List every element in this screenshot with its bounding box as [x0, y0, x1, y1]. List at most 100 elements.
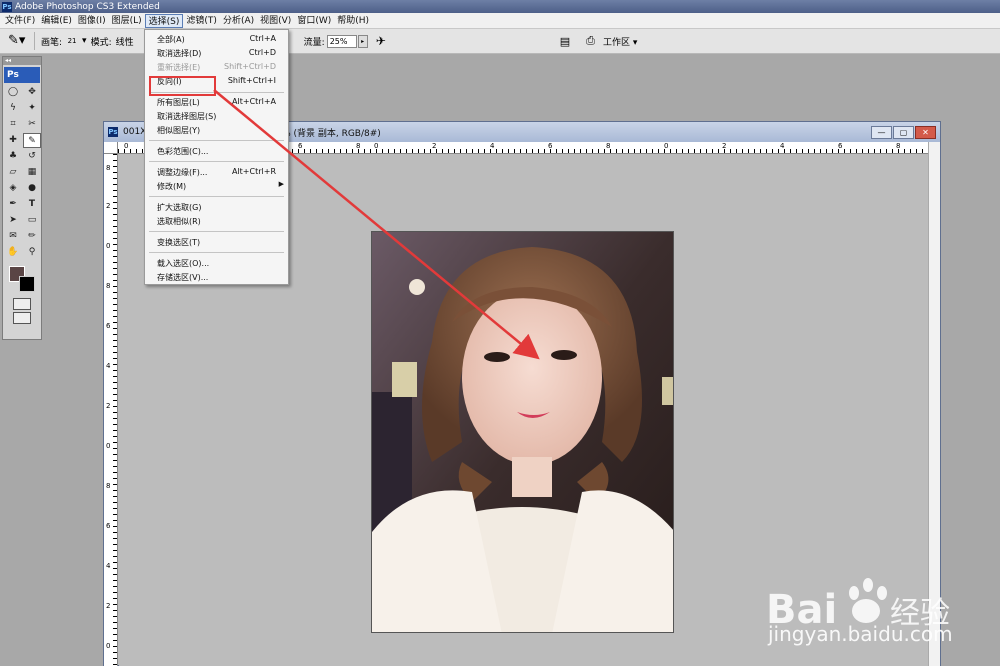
ps-app-icon: Ps [2, 1, 12, 12]
menu-item-label: 色彩范围(C)... [157, 147, 209, 156]
ruler-v-label: 4 [106, 362, 111, 370]
airbrush-icon[interactable]: ✈ [376, 34, 386, 48]
menu-item-shortcut: Shift+Ctrl+D [224, 62, 276, 71]
menu-item-similar[interactable]: 选取相似(R) [145, 215, 288, 228]
pen-tool-icon[interactable]: ✒ [4, 197, 22, 212]
stamp-tool-icon[interactable]: ♣ [4, 149, 22, 164]
menu-item-deselect[interactable]: 取消选择(D) Ctrl+D [145, 47, 288, 60]
minimize-button[interactable]: — [871, 125, 892, 139]
ruler-h-label: 6 [298, 142, 303, 150]
gradient-tool-icon[interactable]: ▦ [23, 165, 41, 180]
menu-item-label: 所有图层(L) [157, 98, 200, 107]
dodge-tool-icon[interactable]: ● [23, 181, 41, 196]
flow-slider-button[interactable]: ▸ [357, 34, 368, 48]
ruler-h-label: 6 [838, 142, 843, 150]
eyedropper-tool-icon[interactable]: ✏ [23, 229, 41, 244]
eraser-tool-icon[interactable]: ▱ [4, 165, 22, 180]
mode-select[interactable]: 线性 [116, 35, 134, 48]
ruler-h-label: 0 [374, 142, 379, 150]
portrait-image [372, 232, 673, 632]
menu-item-color-range[interactable]: 色彩范围(C)... [145, 145, 288, 158]
ruler-h-label: 4 [780, 142, 785, 150]
annotation-highlight-box [149, 76, 216, 96]
ps-logo: Ps [4, 67, 40, 83]
lasso-tool-icon[interactable]: ϟ [4, 101, 22, 116]
history-brush-tool-icon[interactable]: ↺ [23, 149, 41, 164]
blur-tool-icon[interactable]: ◈ [4, 181, 22, 196]
menu-select[interactable]: 选择(S) [144, 13, 184, 28]
menu-item-label: 选取相似(R) [157, 217, 201, 226]
menu-item-label: 相似图层(Y) [157, 126, 201, 135]
panel-grip[interactable]: ◂◂ [3, 57, 41, 65]
ruler-v-label: 8 [106, 282, 111, 290]
flow-input[interactable]: 25% [326, 34, 357, 48]
canvas-photo[interactable] [371, 231, 674, 633]
brush-dropdown-icon[interactable]: ▾ [82, 36, 87, 46]
menu-file[interactable]: 文件(F) [2, 14, 38, 28]
menu-filter[interactable]: 滤镜(T) [183, 14, 220, 28]
menu-item-similar-layers[interactable]: 相似图层(Y) [145, 124, 288, 137]
menu-bar: 文件(F) 编辑(E) 图像(I) 图层(L) 选择(S) 滤镜(T) 分析(A… [0, 13, 1000, 29]
workspace-button[interactable]: 工作区 ▾ [603, 35, 637, 48]
path-select-tool-icon[interactable]: ➤ [4, 213, 22, 228]
palette-icon[interactable]: ▤ [560, 35, 570, 48]
vertical-ruler[interactable]: 8 2 0 8 6 4 2 0 8 6 4 2 0 [104, 154, 118, 666]
move-tool-icon[interactable]: ✥ [23, 85, 41, 100]
menu-item-label: 存储选区(V)... [157, 273, 209, 282]
menu-item-load-selection[interactable]: 载入选区(O)... [145, 257, 288, 270]
menu-item-all-layers[interactable]: 所有图层(L) Alt+Ctrl+A [145, 96, 288, 109]
zoom-tool-icon[interactable]: ⚲ [23, 245, 41, 260]
quick-mask-button[interactable] [13, 298, 31, 310]
print-icon[interactable]: ⎙ [586, 34, 595, 48]
notes-tool-icon[interactable]: ✉ [4, 229, 22, 244]
menu-item-shortcut: Ctrl+A [249, 34, 276, 43]
shape-tool-icon[interactable]: ▭ [23, 213, 41, 228]
menu-view[interactable]: 视图(V) [257, 14, 294, 28]
menu-item-refine-edge[interactable]: 调整边缘(F)... Alt+Ctrl+R [145, 166, 288, 179]
ruler-v-label: 6 [106, 322, 111, 330]
hand-tool-icon[interactable]: ✋ [4, 245, 22, 260]
ruler-h-label: 2 [722, 142, 727, 150]
menu-item-save-selection[interactable]: 存储选区(V)... [145, 271, 288, 284]
brush-tool-icon[interactable]: ✎▾ [8, 32, 30, 50]
tools-panel: ◂◂ Ps ◯ ✥ ϟ ✦ ⌗ ✂ ✚ ✎ ♣ ↺ ▱ ▦ ◈ ● ✒ T ➤ … [2, 56, 42, 340]
menu-edit[interactable]: 编辑(E) [38, 14, 75, 28]
menu-item-reselect[interactable]: 重新选择(E) Shift+Ctrl+D [145, 61, 288, 74]
menu-window[interactable]: 窗口(W) [294, 14, 334, 28]
slice-tool-icon[interactable]: ✂ [23, 117, 41, 132]
ruler-h-label: 0 [664, 142, 669, 150]
menu-item-modify[interactable]: 修改(M) ▶ [145, 180, 288, 193]
background-color-swatch[interactable] [19, 276, 35, 292]
marquee-tool-icon[interactable]: ◯ [4, 85, 22, 100]
menu-item-label: 修改(M) [157, 182, 187, 191]
menu-layer[interactable]: 图层(L) [109, 14, 145, 28]
menu-item-label: 取消选择(D) [157, 49, 202, 58]
magic-wand-tool-icon[interactable]: ✦ [23, 101, 41, 116]
menu-separator [149, 161, 284, 162]
type-tool-icon[interactable]: T [23, 197, 41, 212]
menu-item-label: 取消选择图层(S) [157, 112, 217, 121]
ruler-v-label: 2 [106, 202, 111, 210]
ruler-v-label: 2 [106, 402, 111, 410]
close-button[interactable]: ✕ [915, 125, 936, 139]
brush-size-picker[interactable]: 21 [64, 37, 80, 45]
menu-analysis[interactable]: 分析(A) [220, 14, 257, 28]
document-icon: Ps [108, 127, 118, 137]
menu-item-deselect-layers[interactable]: 取消选择图层(S) [145, 110, 288, 123]
brush-tool-selected-icon[interactable]: ✎ [23, 133, 41, 148]
menu-help[interactable]: 帮助(H) [334, 14, 372, 28]
menu-image[interactable]: 图像(I) [75, 14, 109, 28]
maximize-button[interactable]: ▢ [893, 125, 914, 139]
healing-tool-icon[interactable]: ✚ [4, 133, 22, 148]
menu-item-label: 调整边缘(F)... [157, 168, 208, 177]
ruler-v-label: 8 [106, 482, 111, 490]
ruler-corner [104, 142, 118, 154]
select-menu-dropdown: 全部(A) Ctrl+A 取消选择(D) Ctrl+D 重新选择(E) Shif… [144, 29, 289, 285]
menu-item-select-all[interactable]: 全部(A) Ctrl+A [145, 33, 288, 46]
menu-separator [149, 252, 284, 253]
menu-item-grow[interactable]: 扩大选取(G) [145, 201, 288, 214]
crop-tool-icon[interactable]: ⌗ [4, 117, 22, 132]
screen-mode-button[interactable] [13, 312, 31, 324]
menu-item-transform-selection[interactable]: 变换选区(T) [145, 236, 288, 249]
app-title: Adobe Photoshop CS3 Extended [15, 1, 160, 12]
